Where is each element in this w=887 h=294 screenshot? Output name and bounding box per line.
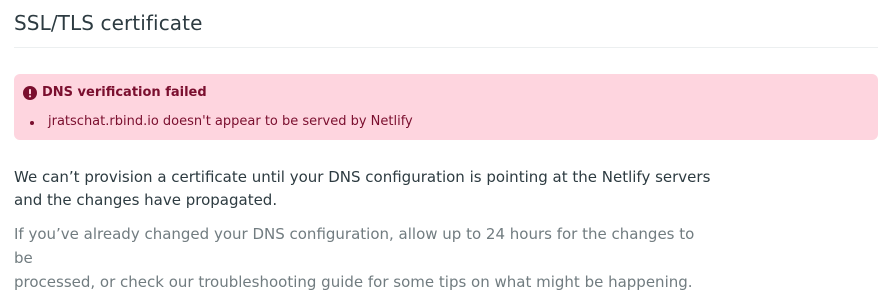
section-title: SSL/TLS certificate — [14, 11, 203, 35]
dns-error-alert: DNS verification failed jratschat.rbind.… — [14, 74, 878, 140]
lead-line-1: We can’t provision a certificate until y… — [14, 168, 711, 186]
desc-line-2: processed, or check our troubleshooting … — [14, 273, 693, 291]
bullet-icon — [30, 121, 34, 125]
title-divider — [14, 47, 878, 48]
lead-line-2: and the changes have propagated. — [14, 191, 278, 209]
desc-line-1: If you’ve already changed your DNS confi… — [14, 225, 695, 267]
exclamation-circle-icon — [23, 86, 37, 100]
alert-item-text: jratschat.rbind.io doesn't appear to be … — [48, 114, 413, 129]
dns-help-text: If you’ve already changed your DNS confi… — [14, 222, 714, 294]
provision-explanation: We can’t provision a certificate until y… — [14, 166, 714, 212]
alert-title: DNS verification failed — [42, 85, 207, 100]
alert-list: jratschat.rbind.io doesn't appear to be … — [14, 114, 413, 129]
alert-list-item: jratschat.rbind.io doesn't appear to be … — [14, 114, 413, 129]
